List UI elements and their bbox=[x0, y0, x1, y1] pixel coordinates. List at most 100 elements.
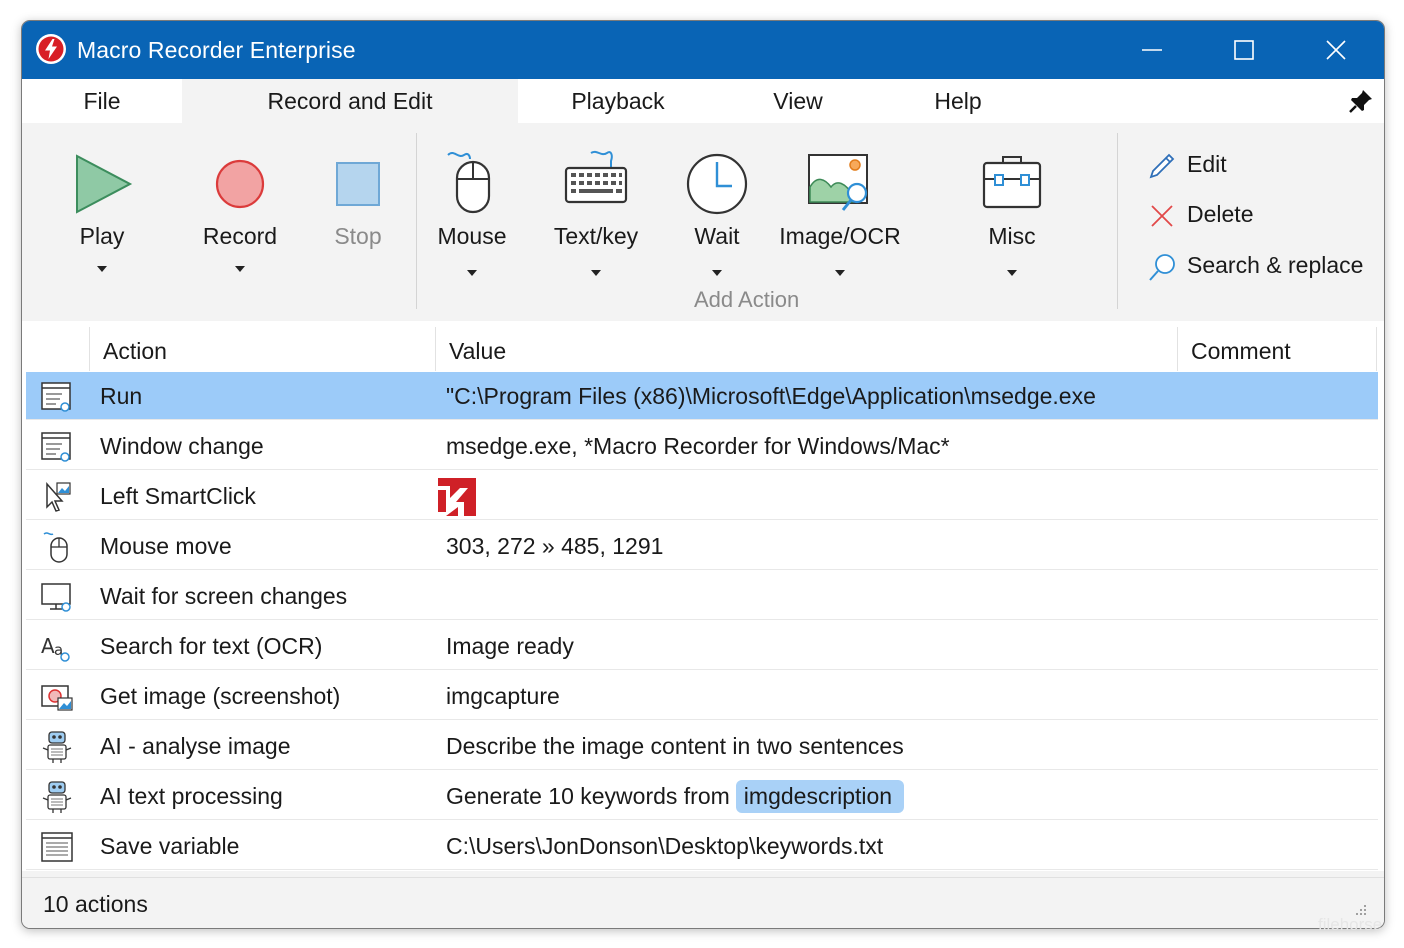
pin-icon[interactable] bbox=[1348, 88, 1374, 114]
add-action-group-label: Add Action bbox=[694, 287, 800, 312]
delete-label: Delete bbox=[1187, 201, 1254, 227]
variable-chip[interactable]: imgdescription bbox=[735, 780, 905, 813]
table-header: Action Value Comment bbox=[22, 327, 1384, 371]
window-change-icon bbox=[41, 432, 71, 462]
table-row[interactable]: Run "C:\Program Files (x86)\Microsoft\Ed… bbox=[26, 372, 1378, 420]
chevron-down-icon bbox=[97, 266, 107, 272]
record-label: Record bbox=[202, 223, 278, 249]
column-header-comment[interactable]: Comment bbox=[1177, 327, 1377, 371]
clock-icon bbox=[686, 153, 748, 215]
text-key-button[interactable]: Text/key bbox=[544, 123, 648, 313]
app-window: Macro Recorder Enterprise File Record an… bbox=[21, 20, 1385, 929]
svg-text:A: A bbox=[41, 634, 55, 658]
chevron-down-icon bbox=[467, 270, 477, 276]
window-title: Macro Recorder Enterprise bbox=[77, 37, 356, 63]
save-variable-icon bbox=[41, 832, 73, 862]
chevron-down-icon bbox=[835, 270, 845, 276]
pencil-icon bbox=[1149, 153, 1175, 179]
menu-view[interactable]: View bbox=[752, 79, 844, 123]
value-text: Generate 10 keywords from bbox=[446, 783, 730, 809]
table-row[interactable]: Window change msedge.exe, *Macro Recorde… bbox=[26, 422, 1378, 470]
search-replace-label: Search & replace bbox=[1187, 252, 1364, 278]
edit-button[interactable]: Edit bbox=[1147, 148, 1257, 182]
table-row[interactable]: Save variable C:\Users\JonDonson\Desktop… bbox=[26, 822, 1378, 870]
mouse-move-icon bbox=[43, 532, 68, 563]
minimize-button[interactable] bbox=[1106, 21, 1198, 79]
chevron-down-icon bbox=[712, 270, 722, 276]
actions-table: Action Value Comment Run "C:\Program Fil… bbox=[22, 321, 1384, 871]
play-label: Play bbox=[79, 223, 125, 249]
action-count: 10 actions bbox=[43, 891, 148, 917]
action-label: Run bbox=[100, 383, 143, 409]
maximize-icon bbox=[1234, 40, 1254, 60]
table-row[interactable]: Mouse move 303, 272 » 485, 1291 bbox=[26, 522, 1378, 570]
misc-label: Misc bbox=[988, 223, 1036, 249]
wait-label: Wait bbox=[694, 223, 740, 249]
menu-playback[interactable]: Playback bbox=[552, 79, 684, 123]
delete-x-icon bbox=[1151, 205, 1173, 227]
delete-button[interactable]: Delete bbox=[1147, 198, 1287, 232]
action-label: Search for text (OCR) bbox=[100, 633, 323, 659]
action-value: Image ready bbox=[446, 633, 574, 659]
robot-icon bbox=[42, 781, 72, 813]
keyboard-icon bbox=[564, 150, 628, 204]
table-row[interactable]: AI text processing Generate 10 keywords … bbox=[26, 772, 1378, 820]
column-header-value[interactable]: Value bbox=[435, 327, 1177, 371]
search-replace-button[interactable]: Search & replace bbox=[1147, 249, 1377, 283]
mouse-button[interactable]: Mouse bbox=[432, 123, 512, 313]
smartclick-thumbnail-icon bbox=[438, 478, 476, 516]
menu-file[interactable]: File bbox=[22, 79, 182, 123]
close-icon bbox=[1326, 40, 1346, 60]
table-row[interactable]: Left SmartClick bbox=[26, 472, 1378, 520]
image-ocr-label: Image/OCR bbox=[779, 223, 901, 249]
menu-record-and-edit[interactable]: Record and Edit bbox=[182, 79, 518, 123]
menu-help[interactable]: Help bbox=[912, 79, 1004, 123]
stop-label: Stop bbox=[334, 223, 382, 249]
action-value: Generate 10 keywords from imgdescription bbox=[446, 772, 905, 820]
edit-label: Edit bbox=[1187, 151, 1227, 177]
chevron-down-icon bbox=[235, 266, 245, 272]
image-ocr-button[interactable]: Image/OCR bbox=[778, 123, 902, 313]
ocr-text-icon: A a bbox=[41, 634, 70, 662]
table-row[interactable]: AI - analyse image Describe the image co… bbox=[26, 722, 1378, 770]
title-bar[interactable]: Macro Recorder Enterprise bbox=[22, 21, 1384, 79]
play-button[interactable]: Play bbox=[60, 123, 144, 313]
mouse-icon bbox=[447, 152, 491, 214]
chevron-down-icon bbox=[591, 270, 601, 276]
status-bar: 10 actions bbox=[22, 877, 1384, 928]
toolbox-icon bbox=[982, 156, 1042, 209]
text-key-label: Text/key bbox=[553, 223, 639, 249]
ribbon-separator bbox=[1117, 133, 1118, 309]
robot-icon bbox=[42, 731, 72, 763]
stop-button[interactable]: Stop bbox=[318, 123, 398, 313]
watermark: filehorse bbox=[1318, 915, 1383, 934]
misc-button[interactable]: Misc bbox=[972, 123, 1052, 313]
chevron-down-icon bbox=[1007, 270, 1017, 276]
record-button[interactable]: Record bbox=[190, 123, 290, 313]
table-row[interactable]: A a Search for text (OCR) Image ready bbox=[26, 622, 1378, 670]
action-value: C:\Users\JonDonson\Desktop\keywords.txt bbox=[446, 833, 884, 859]
column-header-action[interactable]: Action bbox=[89, 327, 435, 371]
action-label: Save variable bbox=[100, 833, 240, 859]
action-value: imgcapture bbox=[446, 683, 560, 709]
close-button[interactable] bbox=[1290, 21, 1382, 79]
action-value: msedge.exe, *Macro Recorder for Windows/… bbox=[446, 433, 950, 459]
action-value: 303, 272 » 485, 1291 bbox=[446, 533, 664, 559]
wait-button[interactable]: Wait bbox=[680, 123, 754, 313]
menu-bar: File Record and Edit Playback View Help bbox=[22, 79, 1384, 123]
action-label: Left SmartClick bbox=[100, 483, 256, 509]
ribbon-toolbar: Play Record Stop Mouse Text/key Wait Ima… bbox=[22, 123, 1384, 322]
record-icon bbox=[215, 159, 265, 209]
action-label: Window change bbox=[100, 433, 264, 459]
table-row[interactable]: Get image (screenshot) imgcapture bbox=[26, 672, 1378, 720]
maximize-button[interactable] bbox=[1198, 21, 1290, 79]
minimize-icon bbox=[1142, 49, 1162, 51]
magnifier-icon bbox=[1149, 254, 1175, 281]
ribbon-separator bbox=[416, 133, 417, 309]
app-logo-icon bbox=[36, 34, 66, 64]
table-row[interactable]: Wait for screen changes bbox=[26, 572, 1378, 620]
screen-change-icon bbox=[41, 583, 71, 612]
run-window-icon bbox=[41, 382, 71, 412]
mouse-label: Mouse bbox=[437, 223, 507, 249]
action-value: Describe the image content in two senten… bbox=[446, 733, 904, 759]
